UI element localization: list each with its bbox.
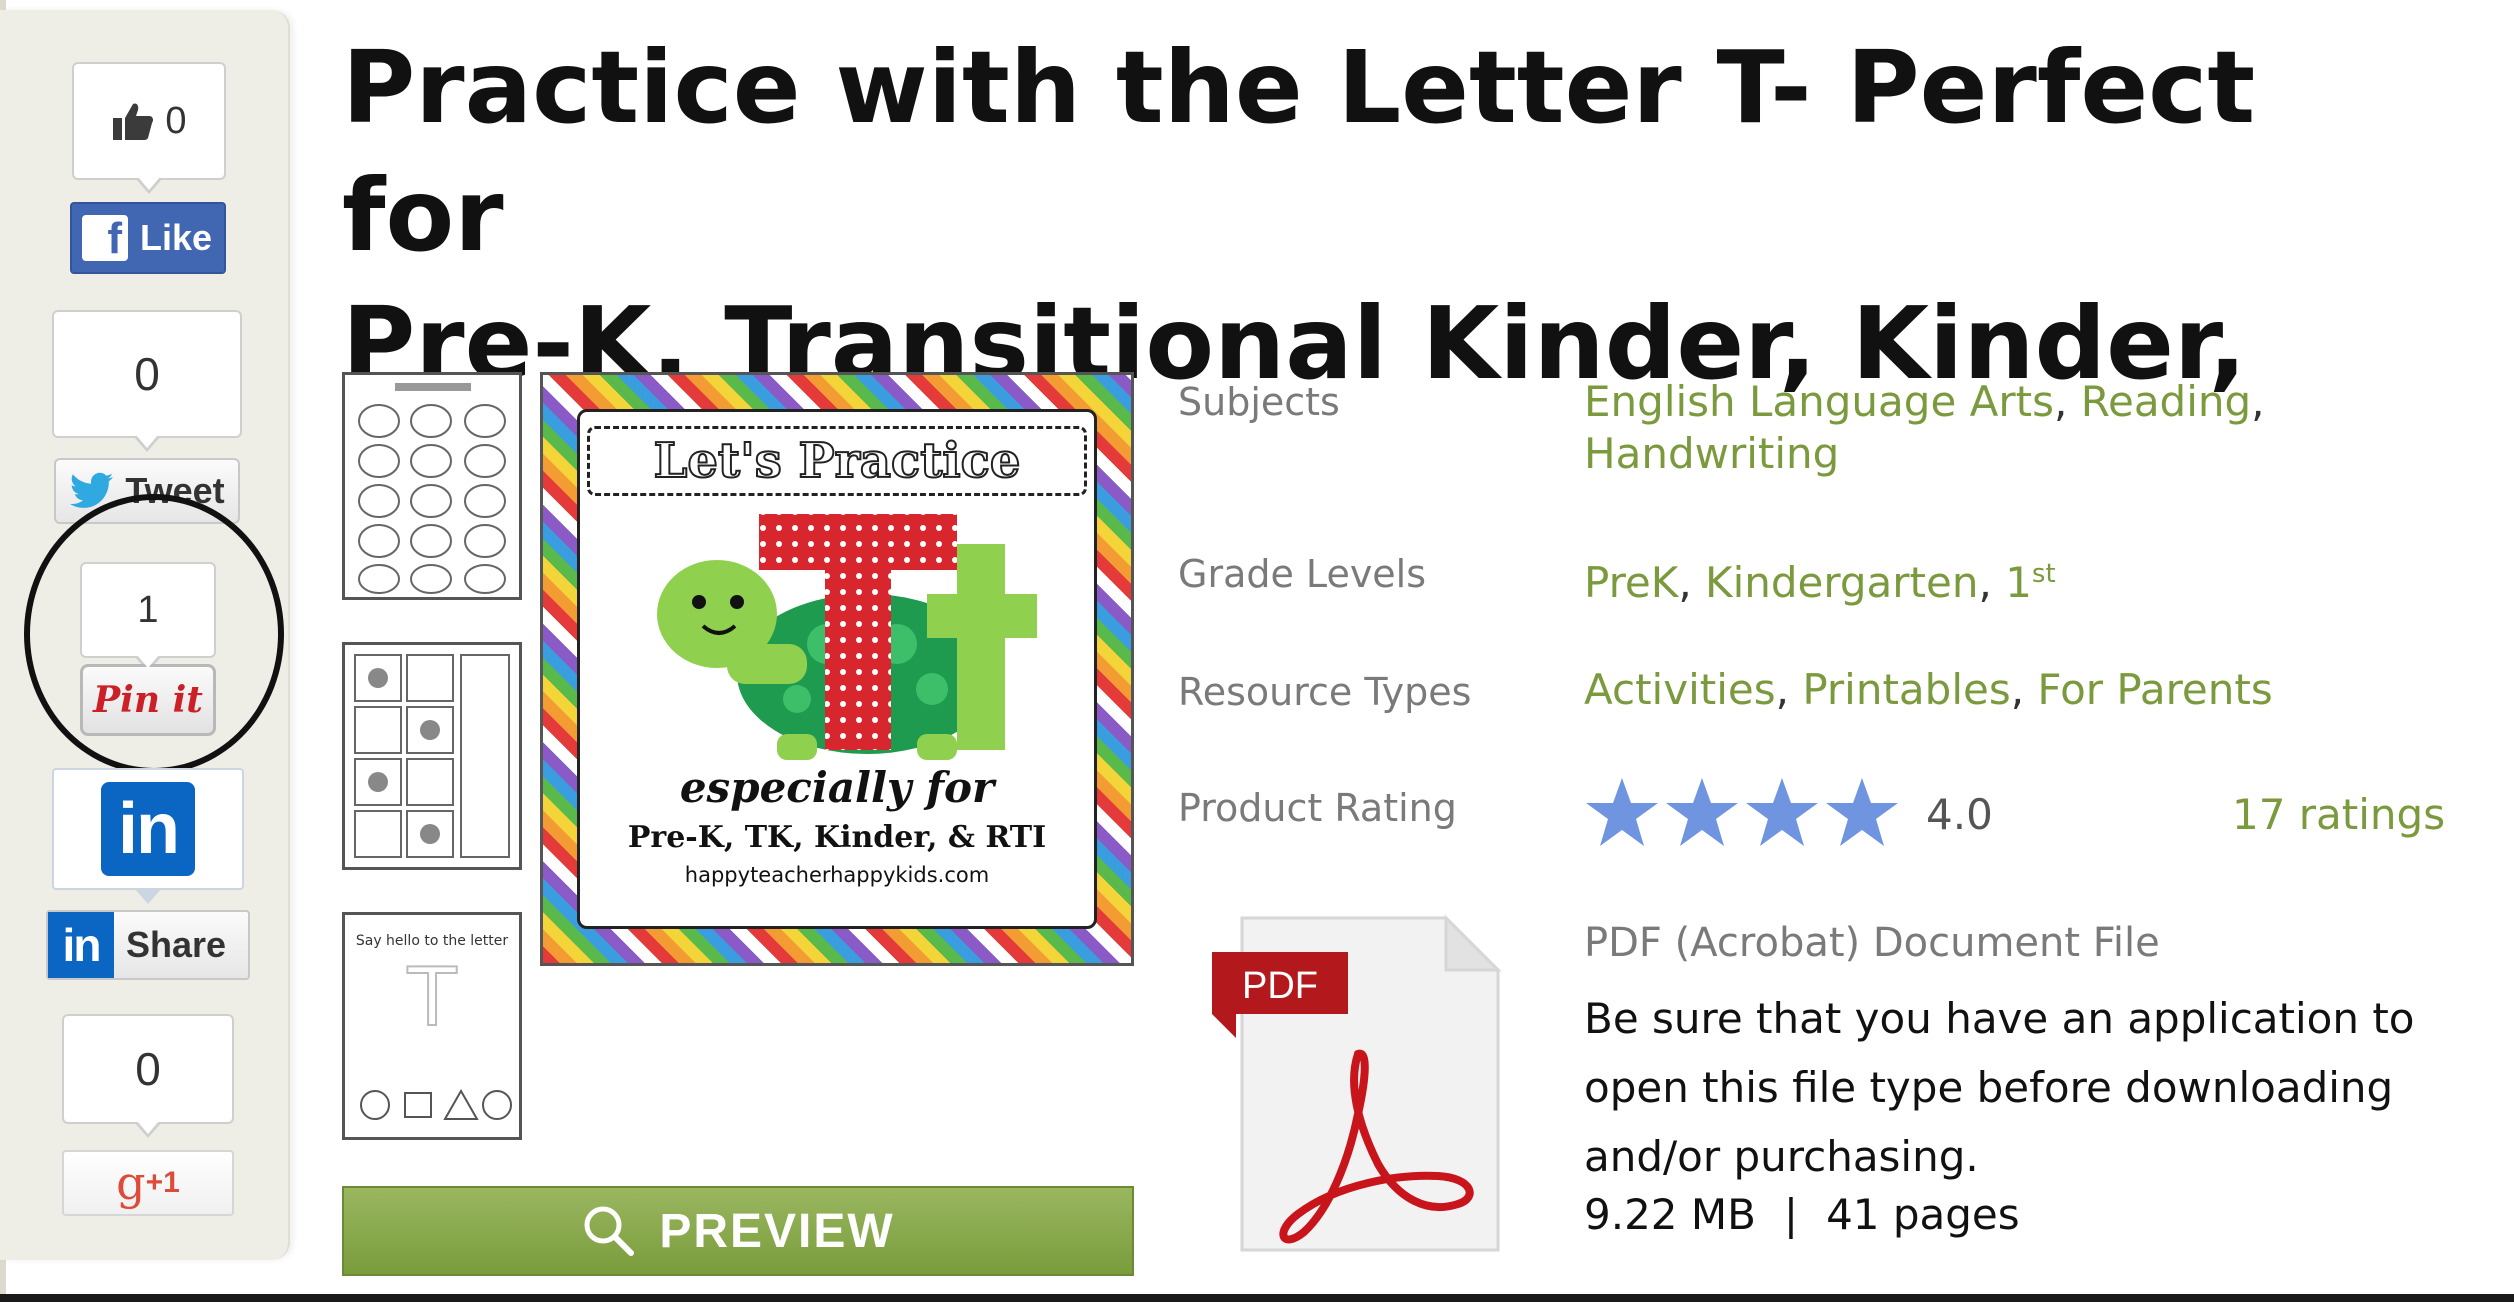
rating-stars <box>1584 776 1900 848</box>
facebook-like-button[interactable]: f Like <box>70 202 226 274</box>
googleplus-count-value: 0 <box>135 1043 161 1095</box>
preview-thumbnail-1[interactable] <box>342 372 522 600</box>
file-type-label: PDF (Acrobat) Document File <box>1584 920 2160 966</box>
preview-button[interactable]: PREVIEW <box>342 1186 1134 1276</box>
pdf-file-icon: PDF <box>1212 914 1502 1252</box>
title-line-1: Practice with the Letter T- Perfect for <box>342 29 2256 274</box>
facebook-logo-icon: f <box>82 215 128 261</box>
cover-subtitle: especially for <box>679 763 995 812</box>
grade-link-prek[interactable]: PreK <box>1584 558 1678 607</box>
star-icon <box>1826 778 1898 846</box>
grade-link-first[interactable]: 1st <box>2005 558 2055 607</box>
product-cover-image[interactable]: Let's Practice especially for Pre-K, TK,… <box>540 372 1134 966</box>
worksheet-sketch <box>358 383 506 594</box>
pdf-badge-label: PDF <box>1242 965 1318 1007</box>
tweet-count: 0 <box>52 310 242 452</box>
type-link-activities[interactable]: Activities <box>1584 665 1776 714</box>
type-link-printables[interactable]: Printables <box>1802 665 2010 714</box>
cover-audience: Pre-K, TK, Kinder, & RTI <box>627 820 1047 855</box>
googleplus-g-icon: g <box>116 1156 146 1210</box>
googleplus-count: 0 <box>62 1014 234 1138</box>
worksheet-sketch: Say hello to the letter T <box>356 933 512 1120</box>
thumb-3-caption: Say hello to the letter <box>356 933 509 949</box>
bottom-divider <box>0 1294 2514 1302</box>
product-rating-label: Product Rating <box>1178 786 1457 830</box>
highlight-circle-annotation <box>24 494 284 774</box>
social-share-sidebar: 0 f Like 0 Tweet 1 Pin it in in Share 0 … <box>0 10 290 1260</box>
file-pages: 41 pages <box>1826 1190 2020 1239</box>
thumbs-up-icon <box>113 103 154 140</box>
type-link-for-parents[interactable]: For Parents <box>2037 665 2272 714</box>
subject-link-ela[interactable]: English Language Arts <box>1584 377 2054 426</box>
googleplus-button[interactable]: g +1 <box>62 1150 234 1216</box>
search-icon <box>584 1206 635 1256</box>
turtle-illustration <box>627 504 1047 764</box>
linkedin-logo-icon: in <box>101 782 195 876</box>
subjects-label: Subjects <box>1178 380 1340 424</box>
star-icon <box>1746 778 1818 846</box>
grade-levels-value: PreK, Kindergarten, 1st <box>1584 558 2056 607</box>
rating-value: 4.0 <box>1926 790 1993 839</box>
preview-thumbnail-2[interactable] <box>342 642 522 870</box>
cover-inner-panel: Let's Practice especially for Pre-K, TK,… <box>577 409 1097 929</box>
tweet-count-value: 0 <box>134 348 160 400</box>
linkedin-badge[interactable]: in <box>52 768 244 904</box>
star-icon <box>1586 778 1658 846</box>
subject-link-reading[interactable]: Reading <box>2081 377 2251 426</box>
star-icon <box>1666 778 1738 846</box>
linkedin-share-button[interactable]: in Share <box>46 910 250 980</box>
cover-website: happyteacherhappykids.com <box>684 863 990 887</box>
subjects-value: English Language Arts, Reading, Handwrit… <box>1584 377 2265 478</box>
file-size: 9.22 MB <box>1584 1190 1756 1239</box>
preview-label: PREVIEW <box>659 1204 895 1258</box>
linkedin-small-icon: in <box>48 912 114 978</box>
grade-first-suffix: st <box>2031 559 2056 589</box>
googleplus-plus-one: +1 <box>145 1166 180 1199</box>
thumb-3-letter: T <box>407 951 458 1044</box>
file-meta-separator: | <box>1783 1190 1799 1239</box>
worksheet-sketch <box>354 654 510 858</box>
grade-link-kindergarten[interactable]: Kindergarten <box>1705 558 1978 607</box>
resource-types-value: Activities, Printables, For Parents <box>1584 665 2273 714</box>
subject-link-handwriting[interactable]: Handwriting <box>1584 429 1839 478</box>
facebook-like-label: Like <box>140 217 213 258</box>
linkedin-share-label: Share <box>126 924 227 965</box>
cover-heading: Let's Practice <box>587 426 1087 496</box>
grade-levels-label: Grade Levels <box>1178 552 1427 596</box>
preview-thumbnail-3[interactable]: Say hello to the letter T <box>342 912 522 1140</box>
file-note: Be sure that you have an application to … <box>1584 994 2415 1181</box>
rating-count-link[interactable]: 17 ratings <box>2232 790 2445 839</box>
facebook-like-count: 0 <box>72 62 226 194</box>
file-meta: 9.22 MB | 41 pages <box>1584 1190 2020 1239</box>
grade-first-number: 1 <box>2005 558 2032 607</box>
resource-types-label: Resource Types <box>1178 670 1472 714</box>
facebook-count-value: 0 <box>165 99 187 142</box>
